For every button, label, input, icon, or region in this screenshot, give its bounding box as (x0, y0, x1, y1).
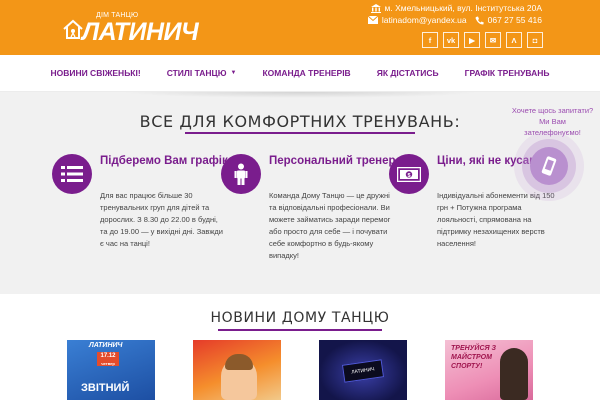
lambda-icon[interactable]: Λ (506, 32, 522, 48)
money-icon: $ (389, 154, 429, 194)
thumbnail-caption: ЗВІТНИЙ (81, 382, 130, 394)
date-badge: 17.12 четвер (97, 352, 119, 366)
news-thumbnail[interactable]: ТРЕНУЙСЯ З МАЙСТРОМ СПОРТУ! (445, 340, 533, 400)
nav-item-team[interactable]: КОМАНДА ТРЕНЕРІВ (249, 68, 363, 78)
section-shadow (120, 92, 480, 98)
nav-label: НОВИНИ СВІЖЕНЬКІ! (50, 68, 141, 78)
date-day: 17.12 (100, 353, 116, 359)
nav-label: ГРАФІК ТРЕНУВАНЬ (464, 68, 550, 78)
feature-text: Команда Дому Танцю — це дружні та відпов… (269, 191, 391, 260)
nav-item-schedule[interactable]: ГРАФІК ТРЕНУВАНЬ (452, 68, 563, 78)
instagram-icon[interactable]: ◘ (527, 32, 543, 48)
callback-line: Ми Вам (539, 117, 566, 126)
email-link[interactable]: latinadom@yandex.ua (382, 15, 467, 25)
contact-row: latinadom@yandex.ua 067 27 55 416 (367, 15, 542, 25)
news-thumbnail[interactable]: ЛАТИНИЧ (319, 340, 407, 400)
address-text: м. Хмельницький, вул. Інститутська 20А (384, 3, 542, 13)
thumbnail-logo: ЛАТИНИЧ (89, 342, 123, 349)
news-underline (218, 329, 382, 331)
chevron-down-icon: ▼ (230, 70, 237, 76)
logo-title: ЛАТИНИЧ (82, 18, 199, 46)
date-weekday: четвер (101, 361, 115, 366)
trainer-photo (500, 348, 528, 400)
news-title: НОВИНИ ДОМУ ТАНЦЮ (210, 310, 390, 326)
nav-label: КОМАНДА ТРЕНЕРІВ (262, 68, 351, 78)
mobile-phone-icon (541, 156, 557, 176)
phone-link[interactable]: 067 27 55 416 (488, 15, 542, 25)
title-underline (185, 132, 415, 134)
phone-icon (475, 16, 484, 24)
site-logo[interactable]: ДІМ ТАНЦЮ ЛАТИНИЧ (62, 12, 199, 45)
feature-text: Для вас працює більше 30 тренувальних гр… (100, 191, 223, 248)
feature-text: Індивідуальні абонементи від 150 грн + П… (437, 191, 555, 248)
news-thumbnail[interactable] (193, 340, 281, 400)
vk-icon[interactable]: vk (443, 32, 459, 48)
address-line: м. Хмельницький, вул. Інститутська 20А (370, 3, 542, 13)
callback-button[interactable] (530, 147, 568, 185)
callback-prompt[interactable]: Хочете щось запитати? Ми Вам зателефонує… (505, 105, 600, 138)
list-icon (52, 154, 92, 194)
nav-item-directions[interactable]: ЯК ДІСТАТИСЬ (364, 68, 452, 78)
person-icon (221, 154, 261, 194)
feature-title: Персональний тренер (269, 155, 396, 167)
social-links: f vk ▶ ✉ Λ ◘ (422, 32, 543, 48)
feature-schedule: Підберемо Вам графік Для вас працює біль… (52, 154, 228, 289)
youtube-icon[interactable]: ▶ (464, 32, 480, 48)
svg-text:$: $ (407, 173, 410, 179)
callback-line: Хочете щось запитати? (511, 106, 594, 115)
feature-title: Підберемо Вам графік (100, 155, 228, 167)
nav-item-news[interactable]: НОВИНИ СВІЖЕНЬКІ! (37, 68, 153, 78)
house-logo-icon (63, 19, 83, 39)
thumbnail-caption: ТРЕНУЙСЯ З МАЙСТРОМ СПОРТУ! (451, 345, 497, 370)
nav-item-styles[interactable]: СТИЛІ ТАНЦЮ ▼ (154, 68, 250, 78)
facebook-icon[interactable]: f (422, 32, 438, 48)
main-nav: НОВИНИ СВІЖЕНЬКІ! СТИЛІ ТАНЦЮ ▼ КОМАНДА Т… (0, 55, 600, 92)
envelope-icon (367, 16, 378, 24)
bank-icon (370, 3, 381, 13)
feature-trainer: Персональний тренер Команда Дому Танцю —… (221, 154, 396, 289)
callback-line: зателефонуємо! (524, 128, 581, 137)
mail-icon[interactable]: ✉ (485, 32, 501, 48)
features-section: ВСЕ ДЛЯ КОМФОРТНИХ ТРЕНУВАНЬ: Підберемо … (0, 92, 600, 294)
news-thumbnail[interactable]: ЛАТИНИЧ 17.12 четвер ЗВІТНИЙ (67, 340, 155, 400)
child-photo (221, 354, 257, 400)
nav-label: ЯК ДІСТАТИСЬ (376, 68, 439, 78)
header: ДІМ ТАНЦЮ ЛАТИНИЧ м. Хмельницький, вул. … (0, 0, 600, 55)
nav-label: СТИЛІ ТАНЦЮ (166, 68, 227, 78)
thumbnail-card: ЛАТИНИЧ (341, 359, 385, 383)
